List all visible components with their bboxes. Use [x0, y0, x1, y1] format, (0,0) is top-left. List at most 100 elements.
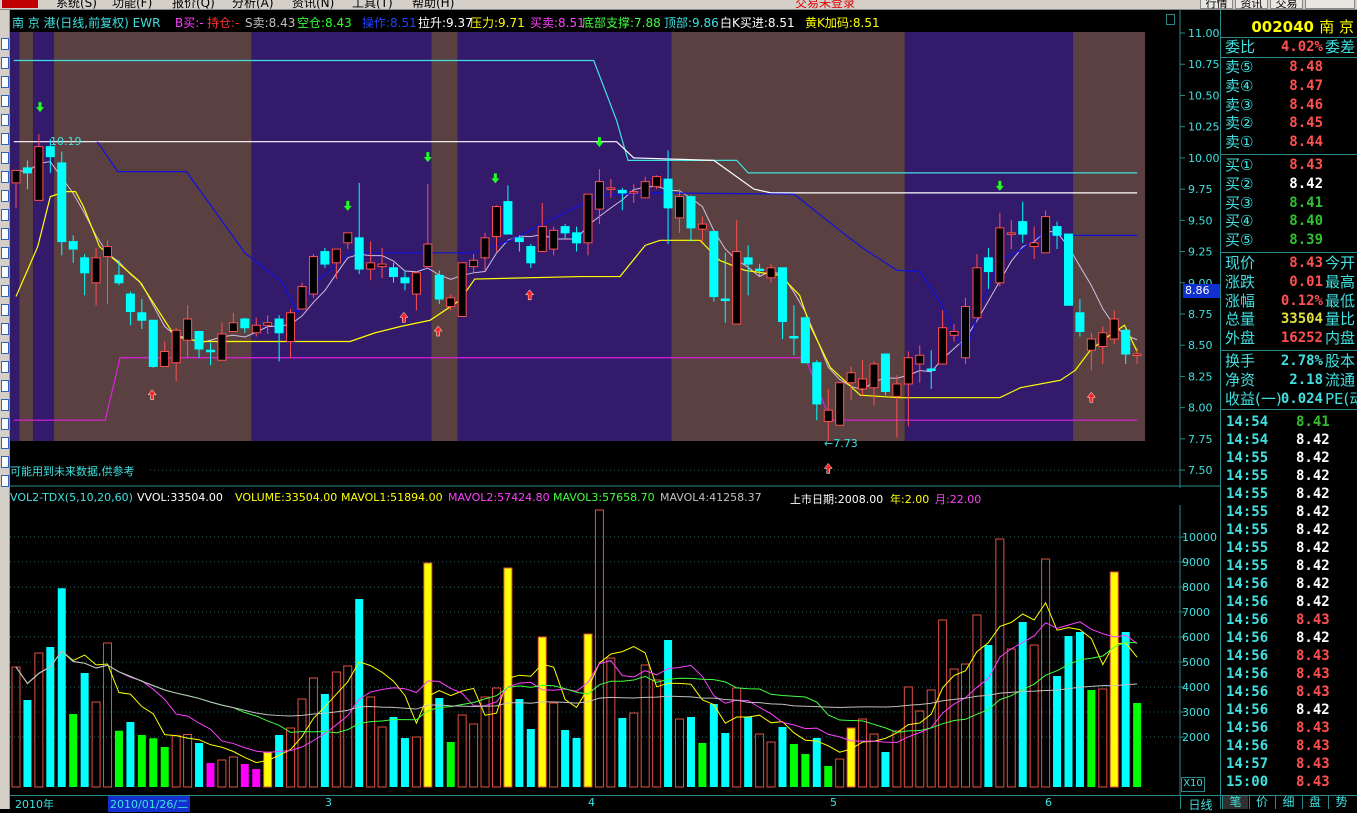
date-label-month-5: 5: [830, 796, 837, 809]
volume-bar: [1041, 558, 1051, 788]
ask-label: 卖⑤: [1225, 58, 1254, 76]
toolbar-icon[interactable]: [1, 437, 9, 449]
toolbar-icon[interactable]: [1, 57, 9, 69]
detail-tab[interactable]: 盘: [1301, 795, 1328, 809]
volume-legend-item: MAVOL1:51894.00: [341, 491, 443, 504]
toolbar-icon[interactable]: [1, 38, 9, 50]
toolbar-icon[interactable]: [1, 304, 9, 316]
volume-legend-item: 年:2.00: [890, 493, 930, 506]
volume-bar: [389, 717, 398, 787]
volume-bar: [526, 729, 535, 787]
volume-bar: [1064, 636, 1073, 787]
indicator-value: 拉升:9.37: [418, 16, 473, 30]
signal-zone-hold: [251, 32, 432, 441]
volume-bar: [308, 677, 318, 788]
toolbar-icon[interactable]: [1, 399, 9, 411]
detail-tab[interactable]: 价: [1248, 795, 1275, 809]
panel-toggle-button[interactable]: [1166, 14, 1175, 25]
stat-right-label: 最低: [1325, 291, 1356, 310]
mavol60-line: [15, 650, 1138, 717]
toolbar-icon[interactable]: [1, 95, 9, 107]
tick-price: 8.42: [1296, 630, 1330, 646]
tick-price: 8.42: [1296, 540, 1330, 556]
tick-time: 14:55: [1226, 558, 1269, 574]
signal-zone-empty: [431, 32, 458, 441]
detail-tab[interactable]: 细: [1275, 795, 1301, 809]
tick-time: 15:00: [1226, 774, 1269, 790]
detail-tab[interactable]: 势: [1328, 795, 1354, 809]
price-axis-label: 8.00: [1188, 402, 1213, 415]
volume-bar: [549, 702, 559, 788]
toolbar-icon[interactable]: [1, 133, 9, 145]
detail-tab[interactable]: 笔: [1222, 795, 1248, 809]
toolbar-icon[interactable]: [1, 475, 9, 487]
toolbar-icon[interactable]: [1, 266, 9, 278]
volume-bar: [938, 619, 948, 788]
volume-bar: [812, 738, 821, 787]
tick-time: 14:56: [1226, 576, 1269, 592]
toolbar-icon[interactable]: [1, 418, 9, 430]
tick-row: 14:54 8.42: [1221, 431, 1357, 449]
volume-legend-item: VOLUME:33504.00: [235, 491, 338, 504]
toolbar-icon[interactable]: [1, 456, 9, 468]
toolbar-icon[interactable]: [1, 228, 9, 240]
bid-price: 8.42: [1289, 175, 1323, 192]
volume-bar: [263, 751, 273, 788]
indicator-value: 底部支撑:7.88: [582, 16, 661, 30]
indicator-value: 空仓:8.43: [297, 16, 352, 30]
volume-bar: [561, 730, 570, 787]
candlestick-chart[interactable]: 11.0010.7510.5010.2510.009.759.509.259.0…: [10, 10, 1220, 488]
stat-label: 外盘: [1225, 329, 1256, 348]
tick-time: 14:55: [1226, 468, 1269, 484]
volume-axis-label: 2000: [1182, 731, 1210, 744]
price-axis-label: 10.00: [1188, 152, 1220, 165]
candle: [297, 282, 307, 310]
stat-row: 换手 2.78% 股本: [1221, 352, 1357, 370]
quote-title: 002040 南 京: [1221, 16, 1357, 37]
period-tab-daily[interactable]: 日线: [1180, 795, 1220, 812]
toolbar-icon[interactable]: [1, 380, 9, 392]
ask-row: 卖③ 8.46: [1221, 96, 1357, 114]
toolbar-icon[interactable]: [1, 76, 9, 88]
indicator-value: 操作:8.51: [362, 16, 417, 30]
stock-name: 南 京: [1319, 18, 1354, 36]
toolbar-icon[interactable]: [1, 285, 9, 297]
volume-bar: [583, 633, 593, 788]
toolbar-icon[interactable]: [1, 152, 9, 164]
news-button[interactable]: 资讯: [1235, 0, 1268, 9]
candle: [1063, 233, 1073, 306]
weibi-label: 委比: [1225, 38, 1256, 56]
tick-price: 8.43: [1296, 774, 1330, 790]
toolbar-icon[interactable]: [1, 323, 9, 335]
volume-bar: [1133, 703, 1142, 787]
trade-button[interactable]: 交易: [1270, 0, 1303, 9]
mavol20-line: [15, 641, 1138, 734]
tick-row: 14:56 8.42: [1221, 593, 1357, 611]
toolbar-icon[interactable]: [1, 190, 9, 202]
toolbar-icon[interactable]: [1, 114, 9, 126]
volume-bar: [195, 743, 204, 787]
volume-bar: [171, 735, 181, 788]
volume-bar: [961, 663, 971, 788]
volume-bar: [11, 666, 21, 788]
date-label-month-4: 4: [588, 796, 595, 809]
volume-bar: [1075, 632, 1084, 787]
toolbar-icon[interactable]: [1, 171, 9, 183]
tick-time: 14:56: [1226, 594, 1269, 610]
volume-bar: [594, 509, 604, 788]
toolbar-icon[interactable]: [1, 342, 9, 354]
bid-row: 买① 8.43: [1221, 156, 1357, 174]
toolbar-icon[interactable]: [1, 209, 9, 221]
bid-price: 8.41: [1289, 194, 1323, 211]
market-button[interactable]: 行情: [1200, 0, 1233, 9]
stat-row: 现价 8.43 今开: [1221, 254, 1357, 272]
toolbar-icon[interactable]: [1, 361, 9, 373]
toolbar-icon[interactable]: [1, 247, 9, 259]
extra-button[interactable]: [1305, 0, 1355, 9]
volume-chart[interactable]: 10000 9000 8000 7000 6000 5000 4000 3000 2000: [10, 505, 1220, 795]
tick-row: 14:55 8.42: [1221, 521, 1357, 539]
volume-axis-label: 9000: [1182, 556, 1210, 569]
stat-row: 净资 2.18 流通: [1221, 371, 1357, 389]
stat-right-label: 最高: [1325, 272, 1356, 291]
volume-bar: [972, 614, 982, 788]
